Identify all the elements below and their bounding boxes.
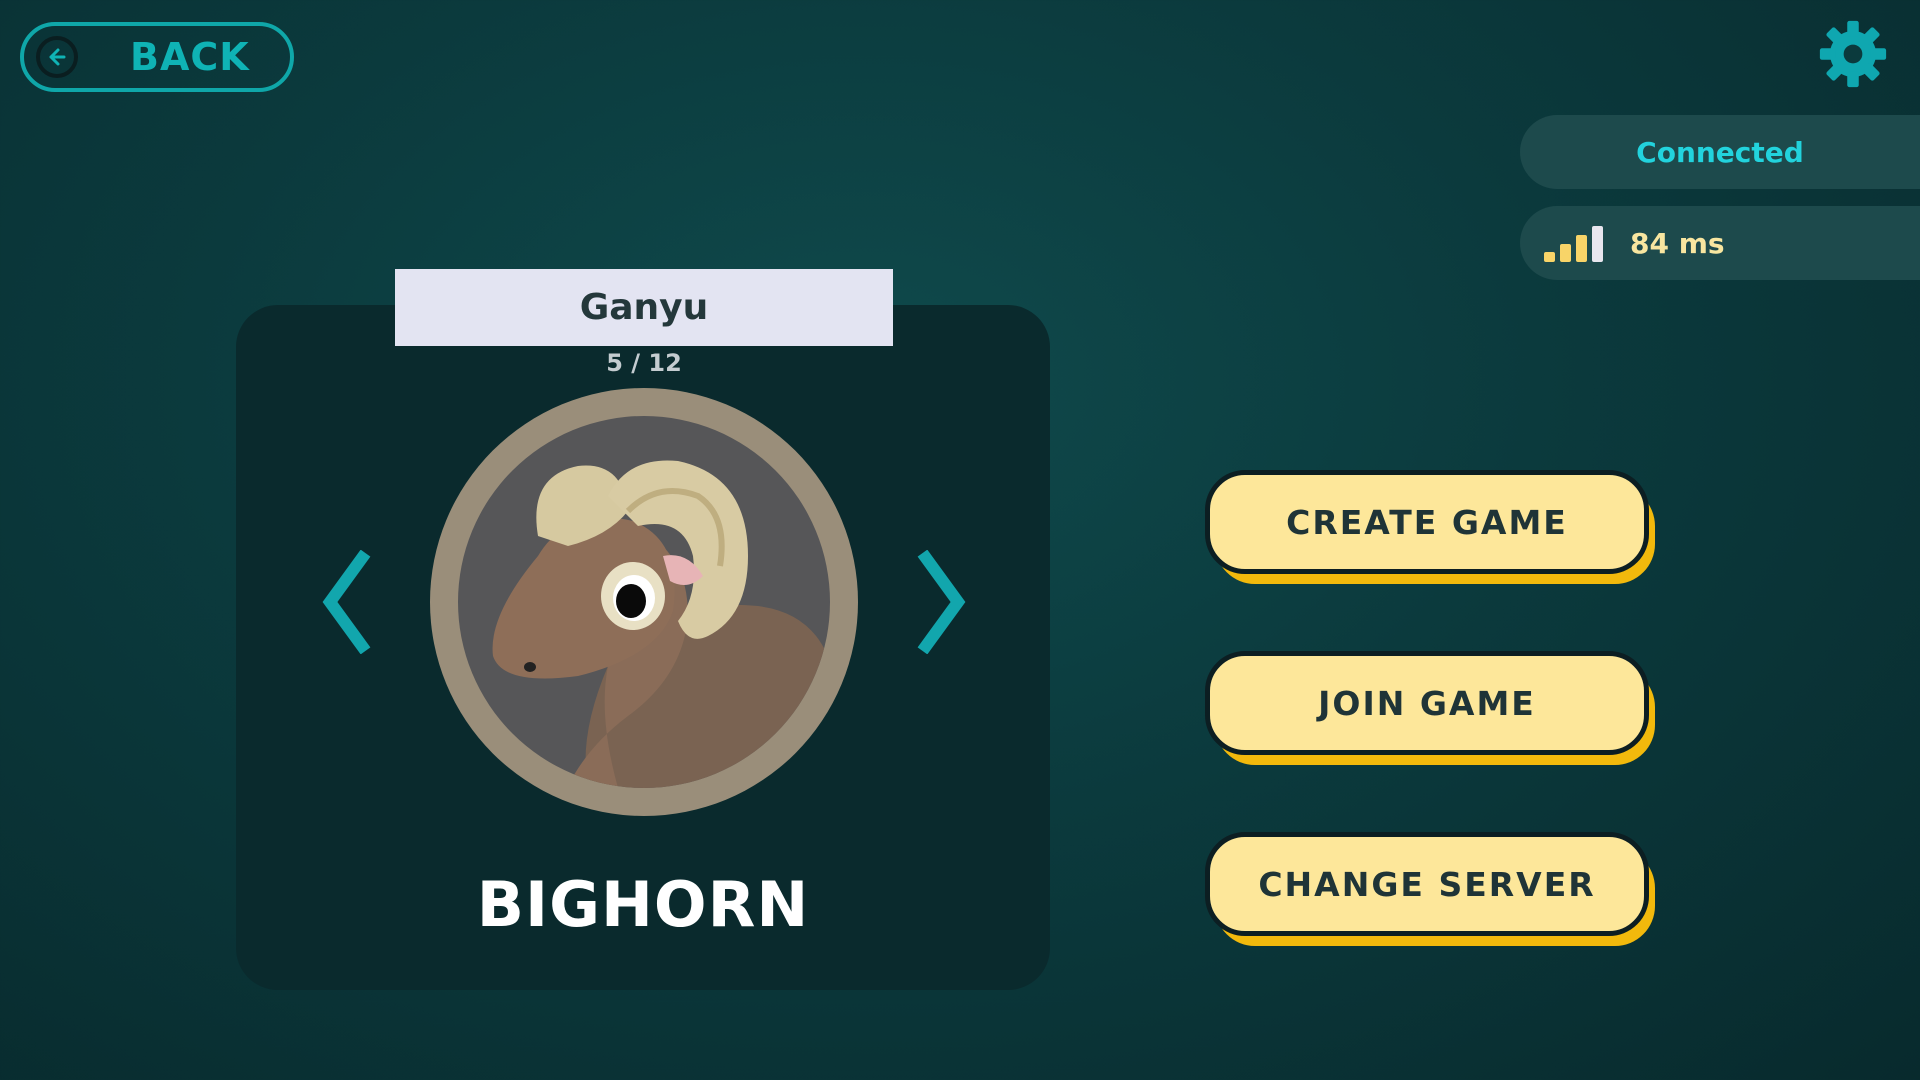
next-character-button[interactable] [914,549,970,655]
back-button[interactable]: BACK [20,22,294,92]
character-portrait [430,388,858,816]
ping-status: 84 ms [1520,206,1920,280]
signal-bars-icon [1544,224,1606,262]
bighorn-ram-portrait [492,460,830,788]
chevron-right-icon [917,549,966,655]
connection-status: Connected [1520,115,1920,189]
player-name-plate[interactable]: Ganyu [395,269,893,346]
change-server-label: CHANGE SERVER [1258,864,1596,904]
create-game-label: CREATE GAME [1286,502,1568,542]
character-page-count: 5 / 12 [606,349,682,377]
ping-text: 84 ms [1630,226,1725,260]
gear-icon [1819,20,1887,88]
chevron-left-icon [322,549,371,655]
join-game-label: JOIN GAME [1318,683,1536,723]
previous-character-button[interactable] [318,549,374,655]
player-name: Ganyu [579,287,709,328]
character-name: BIGHORN [476,868,810,941]
back-label: BACK [130,35,250,79]
connection-status-text: Connected [1636,135,1804,169]
settings-button[interactable] [1817,18,1889,90]
join-game-button[interactable]: JOIN GAME [1205,651,1655,765]
arrow-left-circle-icon [36,36,78,78]
create-game-button[interactable]: CREATE GAME [1205,470,1655,584]
change-server-button[interactable]: CHANGE SERVER [1205,832,1655,946]
